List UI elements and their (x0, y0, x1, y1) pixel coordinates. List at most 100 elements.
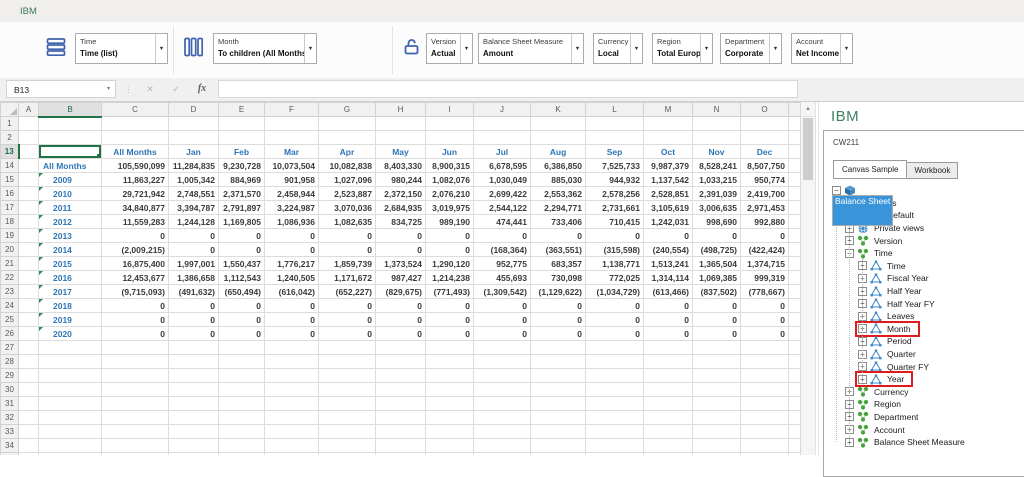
row-header-16[interactable]: 16 (1, 187, 19, 201)
tree-item-time[interactable]: −Time (826, 247, 1024, 260)
grid-cell[interactable]: 1,374,715 (741, 257, 789, 271)
grid-cell[interactable] (586, 131, 644, 145)
grid-cell[interactable]: 6,678,595 (474, 159, 531, 173)
dropdown-arrow-icon[interactable]: ▼ (700, 34, 712, 63)
grid-cell[interactable] (789, 439, 801, 453)
grid-cell[interactable]: 0 (376, 313, 426, 327)
selector-version[interactable]: Version Actual ▼ (426, 33, 473, 64)
grid-cell[interactable] (19, 355, 39, 369)
formula-input[interactable] (218, 80, 798, 98)
grid-cell[interactable] (39, 131, 102, 145)
grid-cell[interactable]: (1,034,729) (586, 285, 644, 299)
selector-account[interactable]: Account Net Income ▼ (791, 33, 853, 64)
row-header-27[interactable]: 27 (1, 341, 19, 355)
row-header-13[interactable]: 13 (1, 145, 19, 159)
grid-cell[interactable] (789, 131, 801, 145)
grid-cell[interactable]: 0 (741, 299, 789, 313)
row-label-cell[interactable]: 2020 (39, 327, 102, 341)
grid-cell[interactable] (426, 355, 474, 369)
grid-cell[interactable] (426, 383, 474, 397)
grid-cell[interactable] (219, 117, 265, 131)
grid-cell[interactable]: 0 (102, 313, 169, 327)
grid-cell[interactable]: 0 (531, 229, 586, 243)
grid-cell[interactable]: 0 (474, 327, 531, 341)
grid-cell[interactable]: 1,171,672 (319, 271, 376, 285)
selector-region[interactable]: Region Total Europe ▼ (652, 33, 713, 64)
grid-cell[interactable]: 0 (586, 229, 644, 243)
grid-cell[interactable] (19, 187, 39, 201)
grid-cell[interactable]: 11,284,835 (169, 159, 219, 173)
grid-cell[interactable]: 0 (102, 327, 169, 341)
grid-cell[interactable]: 2,578,256 (586, 187, 644, 201)
row-header-29[interactable]: 29 (1, 369, 19, 383)
grid-cell[interactable] (19, 173, 39, 187)
tree-item-balance-sheet[interactable]: −Balance Sheet (826, 184, 1024, 197)
grid-cell[interactable] (644, 383, 693, 397)
name-box[interactable]: B13 ▾ (6, 80, 116, 98)
grid-cell[interactable]: 952,775 (474, 257, 531, 271)
grid-cell[interactable]: Jan (169, 145, 219, 159)
selector-balance-sheet-measure[interactable]: Balance Sheet Measure Amount ▼ (478, 33, 584, 64)
grid-cell[interactable]: 1,138,771 (586, 257, 644, 271)
grid-cell[interactable] (644, 369, 693, 383)
grid-cell[interactable] (39, 425, 102, 439)
grid-cell[interactable]: 0 (169, 229, 219, 243)
grid-cell[interactable] (376, 117, 426, 131)
row-label-cell[interactable]: 2009 (39, 173, 102, 187)
grid-cell[interactable]: (491,632) (169, 285, 219, 299)
grid-cell[interactable] (644, 425, 693, 439)
grid-cell[interactable] (474, 355, 531, 369)
grid-cell[interactable]: 2,371,570 (219, 187, 265, 201)
tree-item-month[interactable]: +Month (826, 323, 1024, 336)
grid-cell[interactable]: 2,553,362 (531, 187, 586, 201)
grid-cell[interactable] (376, 341, 426, 355)
tree-item-department[interactable]: +Department (826, 411, 1024, 424)
grid-cell[interactable]: 0 (219, 299, 265, 313)
grid-cell[interactable]: 944,932 (586, 173, 644, 187)
grid-cell[interactable] (169, 425, 219, 439)
row-header-19[interactable]: 19 (1, 229, 19, 243)
grid-cell[interactable] (39, 411, 102, 425)
grid-cell[interactable] (586, 439, 644, 453)
grid-cell[interactable]: All Months (102, 145, 169, 159)
columns-icon[interactable] (183, 37, 205, 57)
name-box-dropdown-icon[interactable]: ▾ (107, 81, 110, 97)
grid-cell[interactable] (319, 355, 376, 369)
grid-cell[interactable]: 950,774 (741, 173, 789, 187)
column-header-d[interactable]: D (169, 103, 219, 117)
grid-cell[interactable] (693, 397, 741, 411)
grid-cell[interactable] (586, 411, 644, 425)
grid-cell[interactable] (474, 383, 531, 397)
grid-cell[interactable]: 1,112,543 (219, 271, 265, 285)
row-label-cell[interactable]: 2012 (39, 215, 102, 229)
grid-cell[interactable] (426, 117, 474, 131)
tree-item-account[interactable]: +Account (826, 423, 1024, 436)
column-header-p[interactable]: P (789, 103, 801, 117)
grid-cell[interactable]: 0 (102, 299, 169, 313)
grid-cell[interactable] (319, 341, 376, 355)
grid-cell[interactable]: 1,030,049 (474, 173, 531, 187)
grid-cell[interactable]: 0 (265, 327, 319, 341)
selector-month[interactable]: Month To children (All Months ▼ (213, 33, 317, 64)
grid-cell[interactable] (19, 201, 39, 215)
grid-cell[interactable]: 992,880 (741, 215, 789, 229)
grid-cell[interactable]: (2,009,215) (102, 243, 169, 257)
grid-cell[interactable]: 0 (319, 299, 376, 313)
grid-cell[interactable] (39, 383, 102, 397)
grid-cell[interactable]: 0 (319, 229, 376, 243)
grid-cell[interactable]: (829,675) (376, 285, 426, 299)
grid-cell[interactable] (219, 439, 265, 453)
dropdown-arrow-icon[interactable]: ▼ (460, 34, 472, 63)
grid-cell[interactable]: 1,069,385 (693, 271, 741, 285)
grid-cell[interactable] (741, 355, 789, 369)
grid-cell[interactable] (741, 411, 789, 425)
grid-cell[interactable] (102, 117, 169, 131)
column-header-f[interactable]: F (265, 103, 319, 117)
grid-cell[interactable] (19, 411, 39, 425)
grid-cell[interactable]: 2,748,551 (169, 187, 219, 201)
grid-cell[interactable] (265, 355, 319, 369)
grid-cell[interactable] (319, 425, 376, 439)
grid-cell[interactable]: (652,227) (319, 285, 376, 299)
select-all-button[interactable] (1, 103, 19, 117)
grid-cell[interactable] (319, 439, 376, 453)
